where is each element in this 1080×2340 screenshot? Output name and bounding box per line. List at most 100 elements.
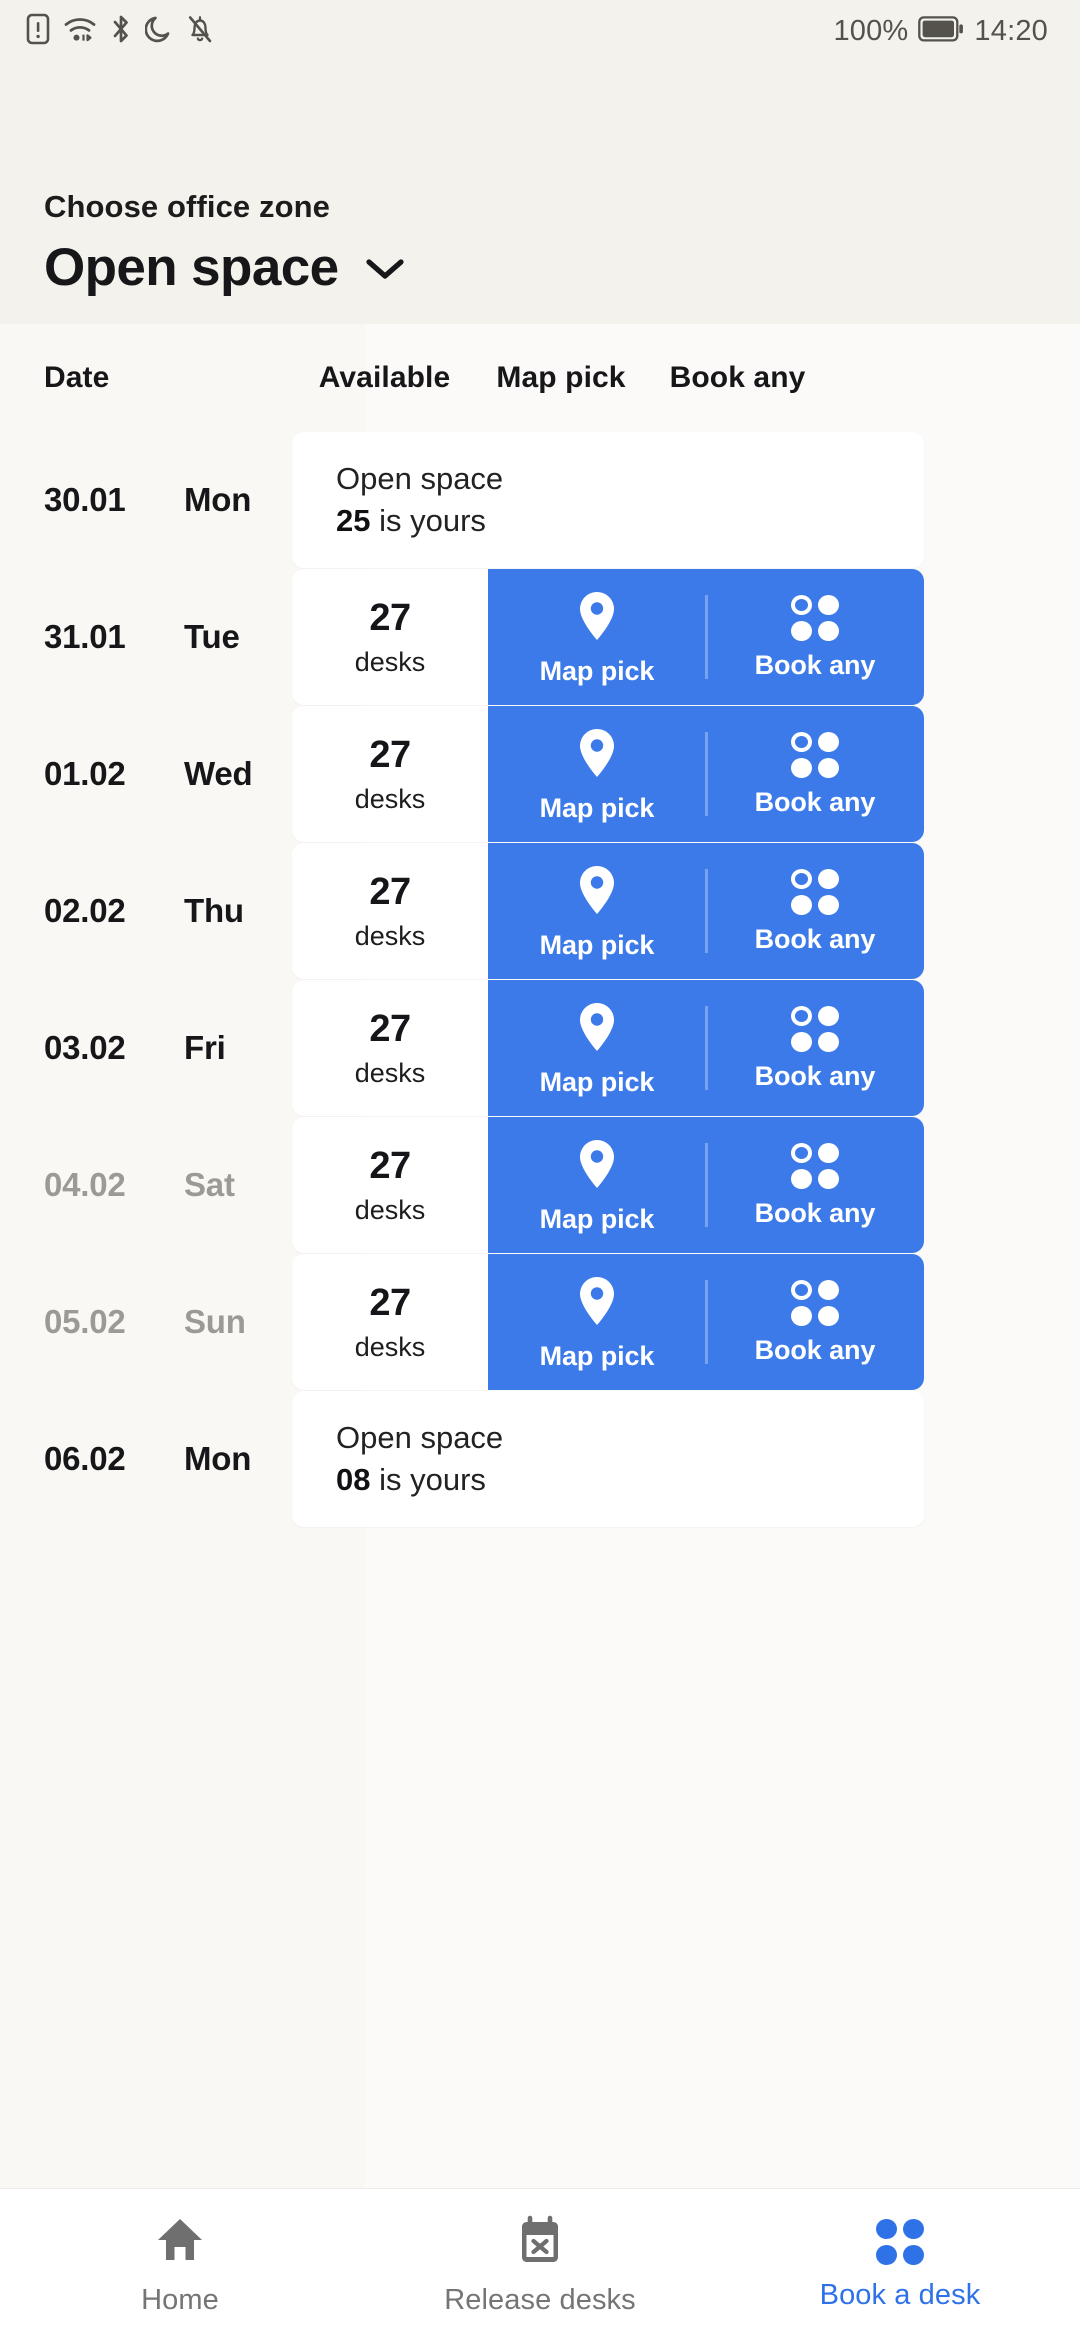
row-date: 03.02 bbox=[44, 1028, 126, 1066]
status-bar: 100% 14:20 bbox=[0, 0, 1080, 62]
map-pick-label: Map pick bbox=[539, 1066, 655, 1097]
map-pick-button[interactable]: Map pick bbox=[488, 980, 706, 1116]
book-any-button[interactable]: Book any bbox=[706, 569, 924, 705]
booked-desk-card[interactable]: Open space 25 is yours bbox=[292, 432, 924, 568]
row-date: 01.02 bbox=[44, 754, 126, 792]
table-body: 30.01 Mon Open space 25 is yours 31.01 Tue 27 d… bbox=[0, 432, 1080, 1527]
map-pick-button[interactable]: Map pick bbox=[488, 706, 706, 842]
row-actions: Map pick Book any bbox=[488, 980, 924, 1116]
chevron-down-icon[interactable] bbox=[364, 256, 406, 287]
calendar-x-icon bbox=[516, 2215, 564, 2270]
four-dots-icon bbox=[791, 869, 839, 915]
book-any-button[interactable]: Book any bbox=[706, 980, 924, 1116]
book-any-label: Book any bbox=[754, 1061, 876, 1091]
book-any-button[interactable]: Book any bbox=[706, 843, 924, 979]
column-header-book-any: Book any bbox=[669, 361, 806, 394]
map-pick-label: Map pick bbox=[539, 792, 655, 823]
status-bar-right: 100% 14:20 bbox=[833, 15, 1048, 48]
booked-desk-card[interactable]: Open space 08 is yours bbox=[292, 1391, 924, 1527]
map-pick-label: Map pick bbox=[539, 929, 655, 960]
action-divider bbox=[705, 595, 708, 679]
row-actions: Map pick Book any bbox=[488, 1254, 924, 1390]
map-pick-button[interactable]: Map pick bbox=[488, 1254, 706, 1390]
map-pick-label: Map pick bbox=[539, 1203, 655, 1234]
four-dots-icon bbox=[791, 1143, 839, 1189]
table-row: 31.01 Tue 27 desks Map pick Book any bbox=[0, 569, 1080, 705]
location-pin-icon bbox=[577, 590, 617, 647]
available-desks-card: 27 desks bbox=[292, 1117, 488, 1253]
row-cards: 27 desks Map pick Book any bbox=[292, 569, 924, 705]
action-divider bbox=[705, 1143, 708, 1227]
available-unit-label: desks bbox=[354, 1057, 426, 1088]
four-dots-icon bbox=[791, 595, 839, 641]
available-desks-card: 27 desks bbox=[292, 1254, 488, 1390]
map-pick-label: Map pick bbox=[539, 655, 655, 686]
location-pin-icon bbox=[577, 1001, 617, 1058]
book-any-label: Book any bbox=[754, 924, 876, 954]
available-count: 27 bbox=[369, 733, 411, 776]
map-pick-button[interactable]: Map pick bbox=[488, 1117, 706, 1253]
table-row: 06.02 Mon Open space 08 is yours bbox=[0, 1391, 1080, 1527]
booked-zone-name: Open space bbox=[336, 1420, 504, 1455]
row-date: 30.01 bbox=[44, 480, 126, 518]
row-cards: Open space 25 is yours bbox=[292, 432, 924, 568]
zone-selector[interactable]: Open space bbox=[44, 239, 1036, 296]
nav-label-home: Home bbox=[141, 2283, 219, 2316]
book-any-label: Book any bbox=[754, 650, 876, 680]
row-date-cell: 03.02 Fri bbox=[44, 1029, 292, 1068]
column-header-map-pick: Map pick bbox=[496, 361, 626, 394]
table-row: 30.01 Mon Open space 25 is yours bbox=[0, 432, 1080, 568]
row-date-cell: 02.02 Thu bbox=[44, 892, 292, 931]
book-any-label: Book any bbox=[754, 787, 876, 817]
book-any-button[interactable]: Book any bbox=[706, 1117, 924, 1253]
book-any-label: Book any bbox=[754, 1198, 876, 1228]
home-icon bbox=[154, 2215, 206, 2270]
clock-time: 14:20 bbox=[974, 14, 1048, 47]
action-divider bbox=[705, 1006, 708, 1090]
nav-label-book-a-desk: Book a desk bbox=[819, 2279, 981, 2311]
row-actions: Map pick Book any bbox=[488, 1117, 924, 1253]
book-any-button[interactable]: Book any bbox=[706, 1254, 924, 1390]
action-divider bbox=[705, 1280, 708, 1364]
bell-muted-icon bbox=[186, 13, 214, 50]
booked-desk-number: 25 bbox=[336, 503, 371, 538]
row-actions: Map pick Book any bbox=[488, 706, 924, 842]
book-any-button[interactable]: Book any bbox=[706, 706, 924, 842]
nav-item-book-a-desk[interactable]: Book a desk bbox=[720, 2219, 1080, 2310]
booked-desk-suffix: is yours bbox=[370, 1462, 486, 1497]
booked-desk-line: 25 is yours bbox=[336, 503, 924, 539]
map-pick-button[interactable]: Map pick bbox=[488, 569, 706, 705]
table-row: 02.02 Thu 27 desks Map pick Book any bbox=[0, 843, 1080, 979]
map-pick-button[interactable]: Map pick bbox=[488, 843, 706, 979]
available-count: 27 bbox=[369, 1144, 411, 1187]
row-cards: 27 desks Map pick Book any bbox=[292, 706, 924, 842]
available-count: 27 bbox=[369, 596, 411, 639]
row-weekday: Fri bbox=[184, 1029, 226, 1066]
app-root: 100% 14:20 Choose office zone Open space bbox=[0, 0, 1080, 2340]
battery-icon bbox=[918, 15, 964, 48]
row-date: 02.02 bbox=[44, 891, 126, 929]
nav-item-release-desks[interactable]: Release desks bbox=[360, 2215, 720, 2315]
battery-percent: 100% bbox=[833, 14, 909, 47]
row-cards: Open space 08 is yours bbox=[292, 1391, 924, 1527]
row-date: 31.01 bbox=[44, 617, 126, 655]
row-weekday: Mon bbox=[184, 481, 252, 518]
available-unit-label: desks bbox=[354, 1194, 426, 1225]
available-unit-label: desks bbox=[354, 783, 426, 814]
column-header-date: Date bbox=[44, 361, 110, 394]
nav-item-home[interactable]: Home bbox=[0, 2215, 360, 2315]
row-actions: Map pick Book any bbox=[488, 569, 924, 705]
table-row: 01.02 Wed 27 desks Map pick Book any bbox=[0, 706, 1080, 842]
nav-label-release-desks: Release desks bbox=[444, 2283, 636, 2316]
available-unit-label: desks bbox=[354, 1331, 426, 1362]
available-desks-card: 27 desks bbox=[292, 980, 488, 1116]
bluetooth-icon bbox=[110, 13, 132, 50]
row-cards: 27 desks Map pick Book any bbox=[292, 1254, 924, 1390]
status-bar-left-icons bbox=[26, 13, 214, 50]
row-cards: 27 desks Map pick Book any bbox=[292, 843, 924, 979]
four-dots-icon bbox=[876, 2219, 924, 2265]
row-cards: 27 desks Map pick Book any bbox=[292, 980, 924, 1116]
booked-desk-suffix: is yours bbox=[370, 503, 486, 538]
do-not-disturb-icon bbox=[144, 14, 173, 49]
row-weekday: Sat bbox=[184, 1166, 235, 1203]
